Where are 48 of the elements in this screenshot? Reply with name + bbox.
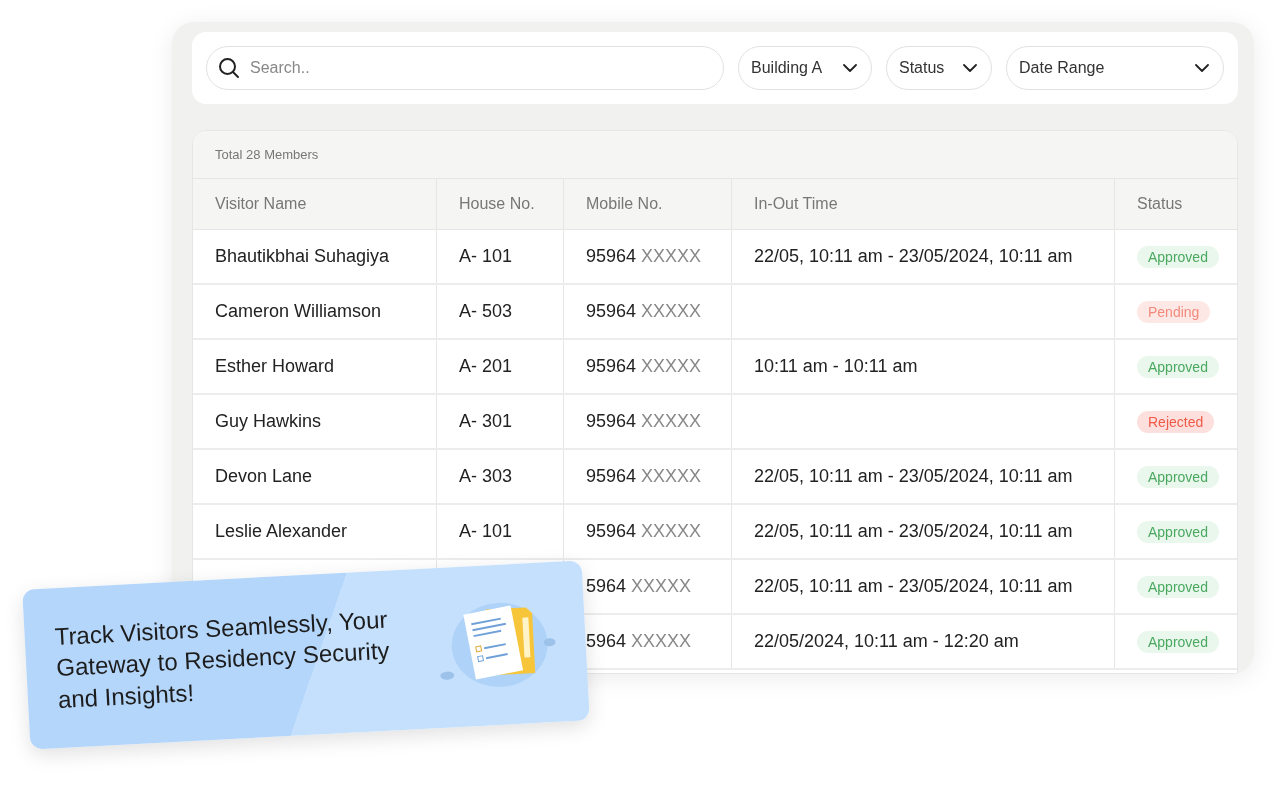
visitor-name: Leslie Alexander — [215, 521, 348, 541]
column-header: Status — [1114, 179, 1237, 230]
mobile-number: 95964 XXXXX — [586, 301, 702, 321]
filter-dropdown[interactable]: Status — [886, 46, 992, 90]
mobile-number: 5964 XXXXX — [586, 576, 692, 596]
visitor-name: Bhautikbhai Suhagiya — [215, 246, 390, 266]
status-badge: Approved — [1137, 520, 1219, 543]
in-out-time: 22/05, 10:11 am - 23/05/2024, 10:11 am — [754, 466, 1073, 486]
column-header: House No. — [436, 179, 564, 230]
banner-headline: Track Visitors Seamlessly, Your Gateway to Residency Security and Insights! — [53, 604, 392, 715]
search-field[interactable]: Search.. — [206, 46, 724, 90]
mobile-number: 95964 XXXXX — [586, 356, 702, 376]
mobile-number: 95964 XXXXX — [586, 411, 702, 431]
house-number: A- 101 — [459, 521, 513, 541]
status-badge: Approved — [1137, 355, 1219, 378]
chevron-down-icon — [963, 64, 977, 72]
in-out-time: 22/05/2024, 10:11 am - 12:20 am — [754, 631, 1019, 651]
status-badge: Pending — [1137, 300, 1211, 323]
status-badge: Approved — [1137, 465, 1219, 488]
mobile-number: 95964 XXXXX — [586, 521, 702, 541]
status-badge: Rejected — [1137, 410, 1215, 433]
column-header: Mobile No. — [563, 179, 732, 230]
column-header: In-Out Time — [731, 179, 1115, 230]
house-number: A- 101 — [459, 246, 513, 266]
member-count: Total 28 Members — [193, 131, 1237, 179]
status-badge: Approved — [1137, 245, 1219, 268]
house-number: A- 301 — [459, 411, 513, 431]
in-out-time: 10:11 am - 10:11 am — [754, 356, 918, 376]
visitor-name: Guy Hawkins — [215, 411, 322, 431]
house-number: A- 303 — [459, 466, 513, 486]
filter-dropdown[interactable]: Building A — [738, 46, 872, 90]
mobile-number: 5964 XXXXX — [586, 631, 692, 651]
visitor-name: Cameron Williamson — [215, 301, 382, 321]
chevron-down-icon — [843, 64, 857, 72]
house-number: A- 201 — [459, 356, 513, 376]
status-badge: Approved — [1137, 575, 1219, 598]
in-out-time: 22/05, 10:11 am - 23/05/2024, 10:11 am — [754, 521, 1073, 541]
filter-dropdown[interactable]: Date Range — [1006, 46, 1224, 90]
mobile-number: 95964 XXXXX — [586, 466, 702, 486]
visitor-name: Devon Lane — [215, 466, 313, 486]
house-number: A- 503 — [459, 301, 513, 321]
in-out-time: 22/05, 10:11 am - 23/05/2024, 10:11 am — [754, 576, 1073, 596]
mobile-number: 95964 XXXXX — [586, 246, 702, 266]
status-badge: Approved — [1137, 630, 1219, 653]
visitor-name: Esther Howard — [215, 356, 335, 376]
column-header: Visitor Name — [193, 179, 437, 230]
chevron-down-icon — [1195, 64, 1209, 72]
in-out-time: 22/05, 10:11 am - 23/05/2024, 10:11 am — [754, 246, 1073, 266]
